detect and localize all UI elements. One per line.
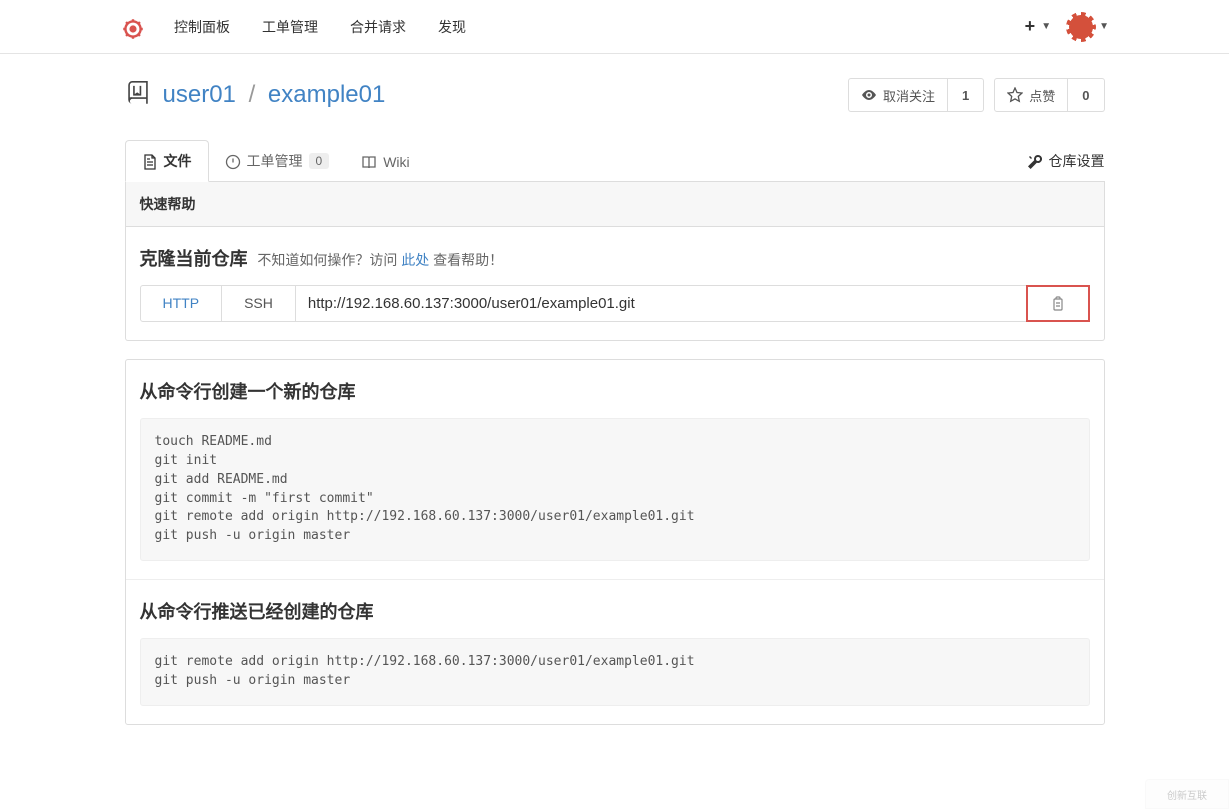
clone-url-row: HTTP SSH http://192.168.60.137:3000/user…: [140, 285, 1090, 322]
star-button-group: 点赞 0: [994, 78, 1104, 112]
create-new-heading: 从命令行创建一个新的仓库: [140, 378, 1090, 404]
tab-issues-label: 工单管理: [247, 151, 303, 171]
top-nav: 控制面板 工单管理 合并请求 发现 + ▼ ▼: [0, 0, 1229, 54]
file-icon: [142, 152, 158, 169]
repo-owner-link[interactable]: user01: [163, 81, 236, 108]
logo-icon[interactable]: [120, 16, 142, 38]
caret-down-icon: ▼: [1099, 21, 1109, 32]
watermark-text: 创新互联: [1167, 787, 1207, 802]
breadcrumb-separator: /: [249, 81, 256, 108]
nav-link-explore[interactable]: 发现: [438, 17, 466, 37]
proto-http-button[interactable]: HTTP: [140, 285, 223, 322]
tab-settings[interactable]: 仓库设置: [1027, 141, 1105, 181]
tab-files-label: 文件: [164, 151, 192, 171]
tools-icon: [1027, 152, 1043, 169]
tab-issues[interactable]: 工单管理 0: [209, 141, 346, 181]
caret-down-icon: ▼: [1041, 21, 1051, 32]
watch-count[interactable]: 1: [948, 78, 984, 112]
avatar-icon: [1069, 15, 1093, 39]
star-count[interactable]: 0: [1068, 78, 1104, 112]
quick-help-panel: 快速帮助 克隆当前仓库 不知道如何操作？访问 此处 查看帮助！ HTTP SSH…: [125, 182, 1105, 341]
repo-icon: [125, 81, 151, 110]
push-existing-code[interactable]: git remote add origin http://192.168.60.…: [140, 638, 1090, 706]
alert-icon: [225, 152, 241, 169]
repo-name-link[interactable]: example01: [268, 81, 385, 108]
create-dropdown[interactable]: + ▼: [1025, 16, 1051, 37]
nav-right: + ▼ ▼: [1025, 15, 1109, 39]
clipboard-icon: [1050, 295, 1066, 312]
tab-wiki[interactable]: Wiki: [345, 144, 425, 181]
repo-header: user01 / example01 取消关注 1 点赞 0: [125, 78, 1105, 112]
book-icon: [361, 154, 377, 171]
clone-sub-suffix: 查看帮助！: [429, 252, 503, 268]
star-icon: [1007, 87, 1023, 104]
clone-title: 克隆当前仓库: [140, 249, 248, 269]
user-dropdown[interactable]: ▼: [1069, 15, 1109, 39]
nav-link-dashboard[interactable]: 控制面板: [174, 17, 230, 37]
proto-ssh-button[interactable]: SSH: [222, 285, 296, 322]
watch-button-group: 取消关注 1: [848, 78, 984, 112]
repo-breadcrumb: user01 / example01: [163, 81, 386, 109]
clone-sub-prefix: 不知道如何操作？访问: [257, 252, 401, 268]
watermark: 创新互联: [1145, 779, 1229, 809]
watch-label: 取消关注: [883, 86, 935, 105]
eye-icon: [861, 87, 877, 104]
star-button[interactable]: 点赞: [994, 78, 1068, 112]
plus-icon: +: [1025, 16, 1036, 37]
clone-url-input[interactable]: http://192.168.60.137:3000/user01/exampl…: [296, 285, 1027, 322]
tab-issues-count: 0: [309, 153, 330, 169]
tab-files[interactable]: 文件: [125, 140, 209, 182]
push-existing-heading: 从命令行推送已经创建的仓库: [140, 598, 1090, 624]
repo-tabs: 文件 工单管理 0 Wiki 仓库设置: [125, 140, 1105, 182]
tab-wiki-label: Wiki: [383, 154, 409, 170]
nav-links: 控制面板 工单管理 合并请求 发现: [174, 17, 1025, 37]
create-new-code[interactable]: touch README.md git init git add README.…: [140, 418, 1090, 561]
watch-button[interactable]: 取消关注: [848, 78, 948, 112]
clone-subtitle: 不知道如何操作？访问 此处 查看帮助！: [257, 252, 503, 268]
nav-link-issues[interactable]: 工单管理: [262, 17, 318, 37]
nav-link-pulls[interactable]: 合并请求: [350, 17, 406, 37]
star-label: 点赞: [1029, 86, 1055, 105]
copy-url-button[interactable]: [1026, 285, 1090, 322]
quick-help-header: 快速帮助: [126, 182, 1104, 227]
create-new-panel: 从命令行创建一个新的仓库 touch README.md git init gi…: [125, 359, 1105, 725]
tab-settings-label: 仓库设置: [1049, 151, 1105, 171]
clone-help-link[interactable]: 此处: [401, 252, 429, 268]
